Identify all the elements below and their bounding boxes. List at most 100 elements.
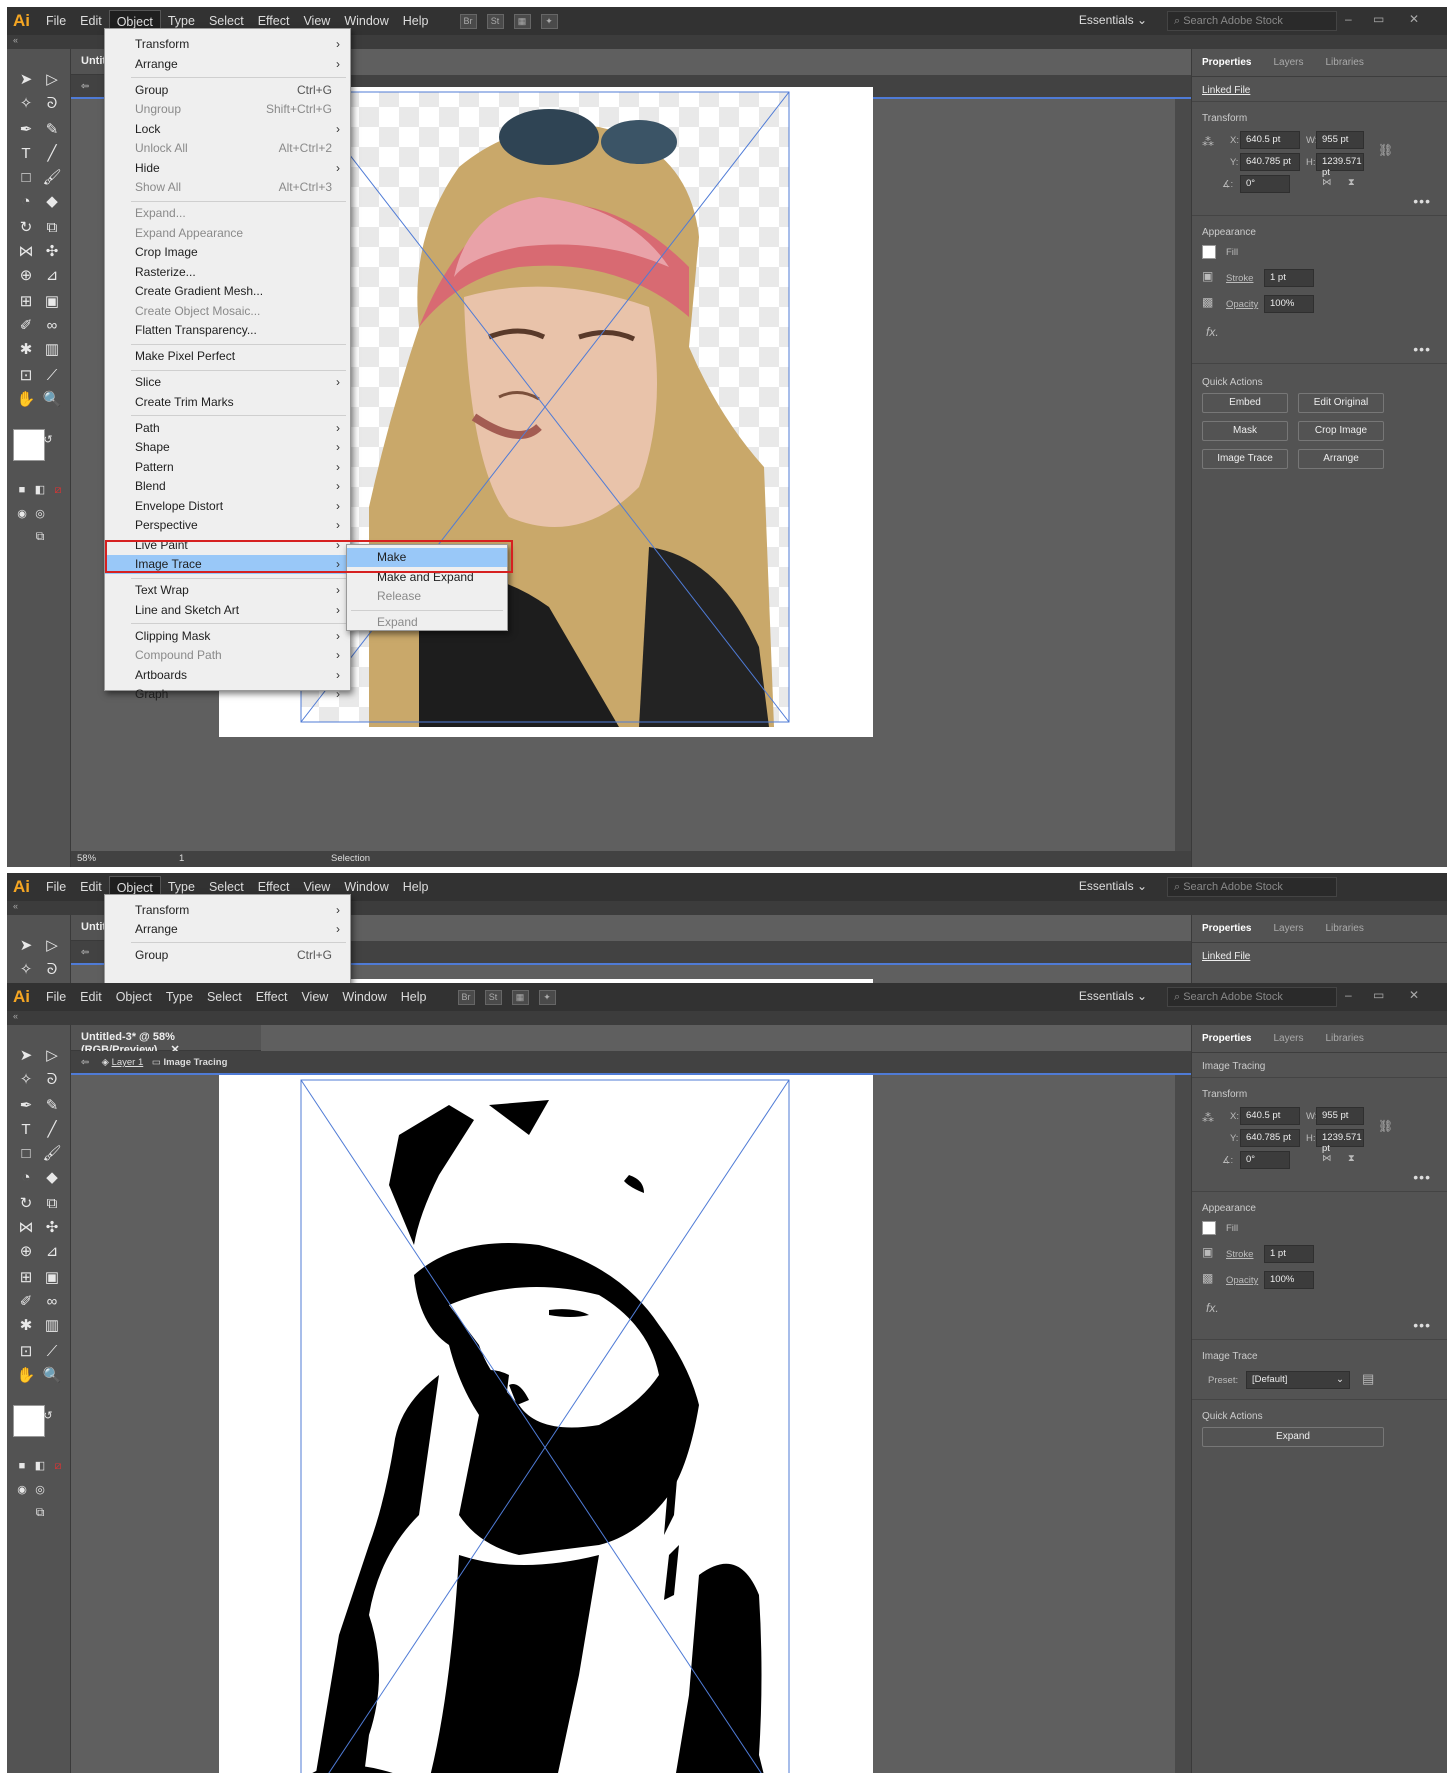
constrain-proportions-icon[interactable]: ⛓ (1378, 1119, 1393, 1133)
opacity-field[interactable]: 100% (1264, 1271, 1314, 1289)
slice-tool-icon[interactable]: ⟋ (41, 1341, 63, 1363)
mesh-tool-icon[interactable]: ⊞ (15, 291, 37, 313)
menu-help[interactable]: Help (396, 876, 436, 898)
flip-vertical-icon[interactable]: ⧗ (1348, 1153, 1355, 1164)
back-arrow-icon[interactable]: ⇦ (81, 947, 89, 958)
opacity-label[interactable]: Opacity (1226, 1275, 1258, 1286)
more-options-icon[interactable]: ••• (1413, 1317, 1431, 1333)
gpu-performance-icon[interactable]: ✦ (540, 13, 558, 29)
expand-button[interactable]: Expand (1202, 1427, 1384, 1447)
tab-libraries[interactable]: Libraries (1325, 57, 1363, 68)
puppet-warp-icon[interactable]: ✣ (41, 1217, 63, 1239)
selection-tool-icon[interactable]: ➤ (15, 935, 37, 957)
perspective-grid-icon[interactable]: ⊿ (41, 1241, 63, 1263)
gradient-tool-icon[interactable]: ▣ (41, 1267, 63, 1289)
symbol-sprayer-icon[interactable]: ✱ (15, 1315, 37, 1337)
reference-point-icon[interactable]: ⁂ (1202, 1111, 1214, 1125)
menu-item-rasterize[interactable]: Rasterize... (105, 263, 350, 282)
linked-file-label[interactable]: Linked File (1202, 85, 1250, 96)
workspace-switcher[interactable]: Essentials ⌄ (1079, 13, 1147, 27)
angle-field[interactable]: 0° (1240, 1151, 1290, 1169)
menu-window[interactable]: Window (335, 986, 393, 1008)
menu-effect[interactable]: Effect (249, 986, 295, 1008)
minimize-icon[interactable]: – (1345, 988, 1352, 1002)
menu-edit[interactable]: Edit (73, 986, 109, 1008)
back-arrow-icon[interactable]: ⇦ (81, 1057, 89, 1068)
preset-dropdown[interactable]: [Default] ⌄ (1246, 1371, 1350, 1389)
menu-item-transform[interactable]: Transform › (105, 35, 350, 54)
menu-type[interactable]: Type (159, 986, 200, 1008)
menu-item-text-wrap[interactable]: Text Wrap › (105, 581, 350, 600)
menu-view[interactable]: View (294, 986, 335, 1008)
graph-tool-icon[interactable]: ▥ (41, 1315, 63, 1337)
y-field[interactable]: 640.785 pt (1240, 1129, 1300, 1147)
arrange-documents-icon[interactable]: ▦ (513, 13, 531, 29)
document-tab[interactable]: Untitled-3* @ 58% (RGB/Preview) ✕ (71, 1025, 261, 1056)
pen-tool-icon[interactable]: ✒ (15, 1095, 37, 1117)
magic-wand-icon[interactable]: ✧ (15, 959, 37, 981)
menu-item-arrange[interactable]: Arrange › (105, 920, 350, 939)
artboard-number[interactable]: 1 (179, 853, 184, 864)
artboard-tool-icon[interactable]: ⊡ (15, 1341, 37, 1363)
workspace-switcher[interactable]: Essentials ⌄ (1079, 989, 1147, 1003)
menu-item-lock[interactable]: Lock › (105, 120, 350, 139)
direct-selection-icon[interactable]: ▷ (41, 935, 63, 957)
search-stock-input[interactable]: ⌕ Search Adobe Stock (1167, 11, 1337, 31)
direct-selection-icon[interactable]: ▷ (41, 1045, 63, 1067)
restore-icon[interactable]: ▭ (1373, 988, 1384, 1002)
width-tool-icon[interactable]: ⋈ (15, 1217, 37, 1239)
embed-button[interactable]: Embed (1202, 393, 1288, 413)
tab-properties[interactable]: Properties (1202, 923, 1251, 934)
artboard[interactable] (219, 1075, 873, 1773)
more-options-icon[interactable]: ••• (1413, 193, 1431, 209)
x-field[interactable]: 640.5 pt (1240, 1107, 1300, 1125)
fill-color-swatch[interactable] (1202, 1221, 1216, 1235)
artboard-tool-icon[interactable]: ⊡ (15, 365, 37, 387)
stroke-label[interactable]: Stroke (1226, 273, 1253, 284)
slice-tool-icon[interactable]: ⟋ (41, 365, 63, 387)
magic-wand-icon[interactable]: ✧ (15, 93, 37, 115)
none-mode-icon[interactable]: ⧄ (47, 1455, 69, 1477)
menu-item-clipping-mask[interactable]: Clipping Mask › (105, 627, 350, 646)
linked-file-label[interactable]: Linked File (1202, 951, 1250, 962)
menu-file[interactable]: File (39, 986, 73, 1008)
curvature-icon[interactable]: ✎ (41, 1095, 63, 1117)
angle-field[interactable]: 0° (1240, 175, 1290, 193)
screen-mode-icon[interactable]: ⧉ (29, 525, 51, 547)
perspective-grid-icon[interactable]: ⊿ (41, 265, 63, 287)
workspace-switcher[interactable]: Essentials ⌄ (1079, 879, 1147, 893)
menu-select[interactable]: Select (200, 986, 249, 1008)
blend-tool-icon[interactable]: ∞ (41, 315, 63, 337)
rotate-icon[interactable]: ↻ (15, 217, 37, 239)
opacity-field[interactable]: 100% (1264, 295, 1314, 313)
image-trace-button[interactable]: Image Trace (1202, 449, 1288, 469)
menu-item-path[interactable]: Path › (105, 419, 350, 438)
line-tool-icon[interactable]: ╱ (41, 143, 63, 165)
menu-item-create-trim-marks[interactable]: Create Trim Marks (105, 393, 350, 412)
type-tool-icon[interactable]: T (15, 143, 37, 165)
scale-icon[interactable]: ⧉ (41, 1193, 63, 1215)
menu-item-crop-image[interactable]: Crop Image (105, 243, 350, 262)
menu-file[interactable]: File (39, 10, 73, 32)
lasso-icon[interactable]: ᘐ (41, 93, 63, 115)
gradient-tool-icon[interactable]: ▣ (41, 291, 63, 313)
tab-libraries[interactable]: Libraries (1325, 1033, 1363, 1044)
crop-image-button[interactable]: Crop Image (1298, 421, 1384, 441)
selection-tool-icon[interactable]: ➤ (15, 1045, 37, 1067)
flip-horizontal-icon[interactable]: ⋈ (1322, 1153, 1332, 1164)
stock-icon[interactable]: St (486, 13, 504, 29)
zoom-tool-icon[interactable]: 🔍 (41, 389, 63, 411)
shape-builder-icon[interactable]: ⊕ (15, 1241, 37, 1263)
symbol-sprayer-icon[interactable]: ✱ (15, 339, 37, 361)
menu-item-group[interactable]: Group Ctrl+G (105, 946, 350, 965)
stroke-label[interactable]: Stroke (1226, 1249, 1253, 1260)
flip-vertical-icon[interactable]: ⧗ (1348, 177, 1355, 188)
vertical-scrollbar[interactable] (1175, 99, 1191, 851)
image-trace-panel-icon[interactable]: ▤ (1362, 1371, 1374, 1387)
hand-tool-icon[interactable]: ✋ (15, 389, 37, 411)
pen-tool-icon[interactable]: ✒ (15, 119, 37, 141)
h-field[interactable]: 1239.571 pt (1316, 1129, 1364, 1154)
draw-behind-icon[interactable]: ◎ (29, 1479, 51, 1501)
mask-button[interactable]: Mask (1202, 421, 1288, 441)
rectangle-tool-icon[interactable]: □ (15, 167, 37, 189)
